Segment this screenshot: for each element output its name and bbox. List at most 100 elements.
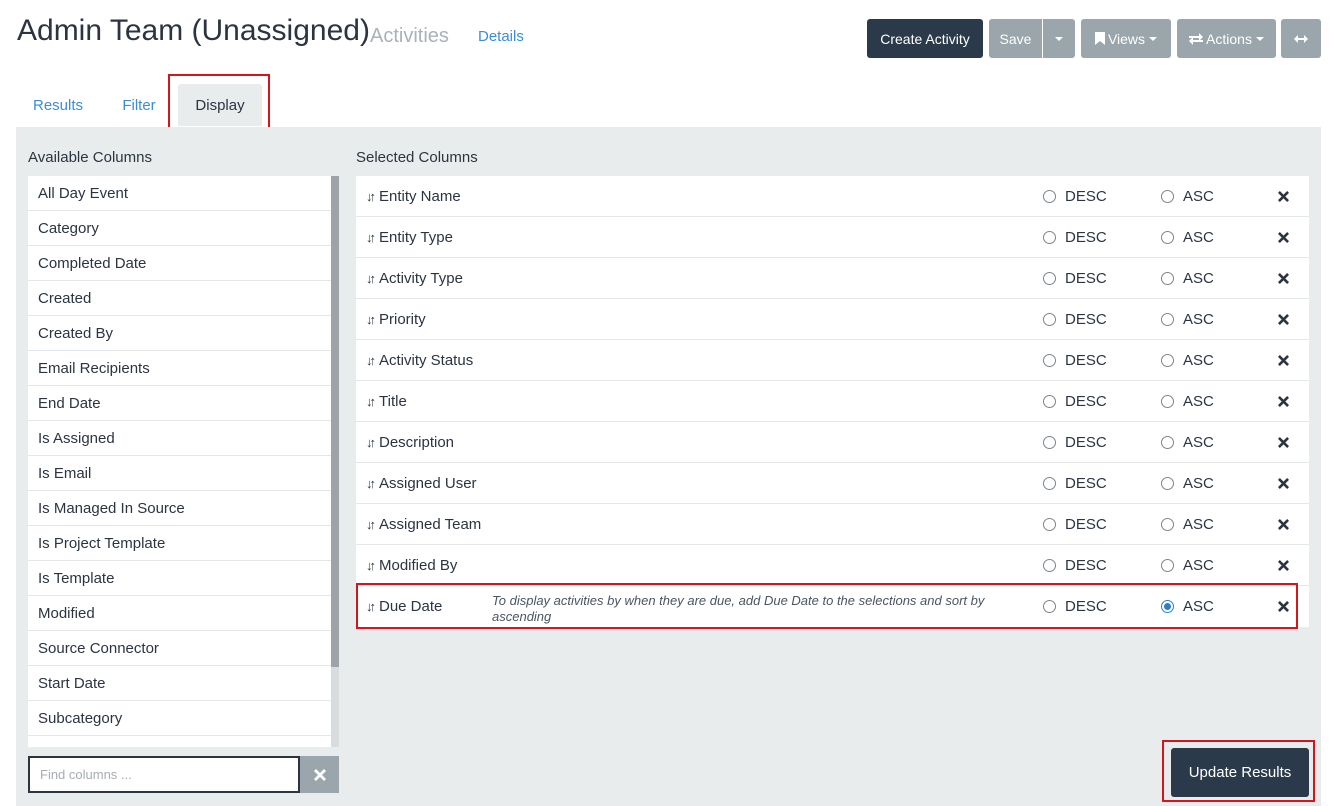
desc-radio[interactable] [1043, 271, 1056, 285]
sort-desc-option[interactable]: DESC [1043, 463, 1107, 503]
column-drag-handle[interactable]: ↓↑ Priority [366, 299, 426, 339]
tab-display[interactable]: Display [178, 84, 262, 126]
actions-button[interactable]: Actions [1177, 19, 1276, 58]
reorder-arrows-icon: ↓↑ [366, 475, 376, 491]
selected-column-row: ↓↑ Activity Type DESC ASC [356, 258, 1309, 299]
remove-column-button[interactable] [1278, 176, 1289, 216]
available-column-item[interactable]: End Date [28, 386, 331, 421]
desc-radio[interactable] [1043, 558, 1056, 572]
desc-radio[interactable] [1043, 517, 1056, 531]
column-drag-handle[interactable]: ↓↑ Entity Name [366, 176, 461, 216]
find-columns-input[interactable] [28, 756, 300, 793]
column-drag-handle[interactable]: ↓↑ Assigned User [366, 463, 477, 503]
sort-asc-option[interactable]: ASC [1161, 176, 1214, 216]
sort-asc-option[interactable]: ASC [1161, 299, 1214, 339]
desc-radio[interactable] [1043, 230, 1056, 244]
sort-asc-option[interactable]: ASC [1161, 217, 1214, 257]
remove-column-button[interactable] [1278, 258, 1289, 298]
sort-desc-option[interactable]: DESC [1043, 176, 1107, 216]
asc-radio[interactable] [1161, 476, 1174, 490]
available-column-item[interactable]: Is Assigned [28, 421, 331, 456]
available-column-item[interactable]: Email Recipients [28, 351, 331, 386]
asc-radio[interactable] [1161, 394, 1174, 408]
column-drag-handle[interactable]: ↓↑ Description [366, 422, 454, 462]
desc-radio[interactable] [1043, 600, 1056, 613]
sort-asc-option[interactable]: ASC [1161, 422, 1214, 462]
remove-column-button[interactable] [1278, 545, 1289, 585]
details-link[interactable]: Details [478, 28, 524, 45]
column-name: Entity Name [379, 187, 461, 205]
sort-desc-option[interactable]: DESC [1043, 586, 1107, 627]
selected-column-row: ↓↑ Priority DESC ASC [356, 299, 1309, 340]
remove-column-button[interactable] [1278, 586, 1289, 627]
available-column-item[interactable]: Is Email [28, 456, 331, 491]
available-column-item[interactable]: Is Managed In Source [28, 491, 331, 526]
clear-search-button[interactable] [300, 756, 339, 793]
desc-radio[interactable] [1043, 476, 1056, 490]
sort-asc-option[interactable]: ASC [1161, 545, 1214, 585]
asc-radio[interactable] [1161, 353, 1174, 367]
asc-radio-selected[interactable] [1161, 600, 1174, 613]
column-drag-handle[interactable]: ↓↑ Activity Status [366, 340, 473, 380]
available-column-item[interactable]: Created By [28, 316, 331, 351]
column-drag-handle[interactable]: ↓↑ Entity Type [366, 217, 453, 257]
column-drag-handle[interactable]: ↓↑ Title [366, 381, 407, 421]
desc-radio[interactable] [1043, 312, 1056, 326]
asc-radio[interactable] [1161, 517, 1174, 531]
available-column-item[interactable]: Subcategory [28, 701, 331, 736]
desc-radio[interactable] [1043, 435, 1056, 449]
remove-column-button[interactable] [1278, 340, 1289, 380]
asc-radio[interactable] [1161, 435, 1174, 449]
available-column-item[interactable]: Category [28, 211, 331, 246]
column-drag-handle[interactable]: ↓↑ Activity Type [366, 258, 463, 298]
column-drag-handle[interactable]: ↓↑ Modified By [366, 545, 457, 585]
sort-desc-option[interactable]: DESC [1043, 381, 1107, 421]
sort-desc-option[interactable]: DESC [1043, 422, 1107, 462]
save-dropdown-button[interactable] [1043, 19, 1075, 58]
sort-desc-option[interactable]: DESC [1043, 340, 1107, 380]
available-column-item[interactable]: Completed Date [28, 246, 331, 281]
desc-radio[interactable] [1043, 353, 1056, 367]
views-button[interactable]: Views [1081, 19, 1171, 58]
sort-desc-option[interactable]: DESC [1043, 299, 1107, 339]
expand-width-button[interactable] [1281, 19, 1321, 58]
available-column-item[interactable]: Source Connector [28, 631, 331, 666]
remove-column-button[interactable] [1278, 504, 1289, 544]
tab-results[interactable]: Results [24, 84, 92, 126]
remove-column-button[interactable] [1278, 299, 1289, 339]
remove-column-button[interactable] [1278, 463, 1289, 503]
sort-asc-option[interactable]: ASC [1161, 463, 1214, 503]
sort-desc-option[interactable]: DESC [1043, 545, 1107, 585]
remove-column-button[interactable] [1278, 381, 1289, 421]
sort-asc-option[interactable]: ASC [1161, 340, 1214, 380]
asc-radio[interactable] [1161, 189, 1174, 203]
remove-column-button[interactable] [1278, 217, 1289, 257]
sort-asc-option[interactable]: ASC [1161, 504, 1214, 544]
available-column-item[interactable]: All Day Event [28, 176, 331, 211]
create-activity-button[interactable]: Create Activity [867, 19, 983, 58]
available-columns-scrollbar-thumb[interactable] [331, 176, 339, 667]
column-drag-handle[interactable]: ↓↑ Due Date [366, 586, 442, 627]
sort-asc-option[interactable]: ASC [1161, 381, 1214, 421]
sort-desc-option[interactable]: DESC [1043, 258, 1107, 298]
sort-desc-option[interactable]: DESC [1043, 217, 1107, 257]
available-column-item[interactable]: Modified [28, 596, 331, 631]
tab-filter[interactable]: Filter [110, 84, 168, 126]
asc-radio[interactable] [1161, 271, 1174, 285]
column-drag-handle[interactable]: ↓↑ Assigned Team [366, 504, 481, 544]
save-button[interactable]: Save [989, 19, 1042, 58]
sort-asc-option[interactable]: ASC [1161, 258, 1214, 298]
available-column-item[interactable]: Start Date [28, 666, 331, 701]
remove-column-button[interactable] [1278, 422, 1289, 462]
available-column-item[interactable]: Created [28, 281, 331, 316]
asc-radio[interactable] [1161, 230, 1174, 244]
desc-radio[interactable] [1043, 394, 1056, 408]
desc-radio[interactable] [1043, 189, 1056, 203]
update-results-button[interactable]: Update Results [1171, 748, 1309, 797]
asc-radio[interactable] [1161, 312, 1174, 326]
sort-desc-option[interactable]: DESC [1043, 504, 1107, 544]
available-column-item[interactable]: Is Project Template [28, 526, 331, 561]
asc-radio[interactable] [1161, 558, 1174, 572]
available-column-item[interactable]: Is Template [28, 561, 331, 596]
sort-asc-option[interactable]: ASC [1161, 586, 1214, 627]
